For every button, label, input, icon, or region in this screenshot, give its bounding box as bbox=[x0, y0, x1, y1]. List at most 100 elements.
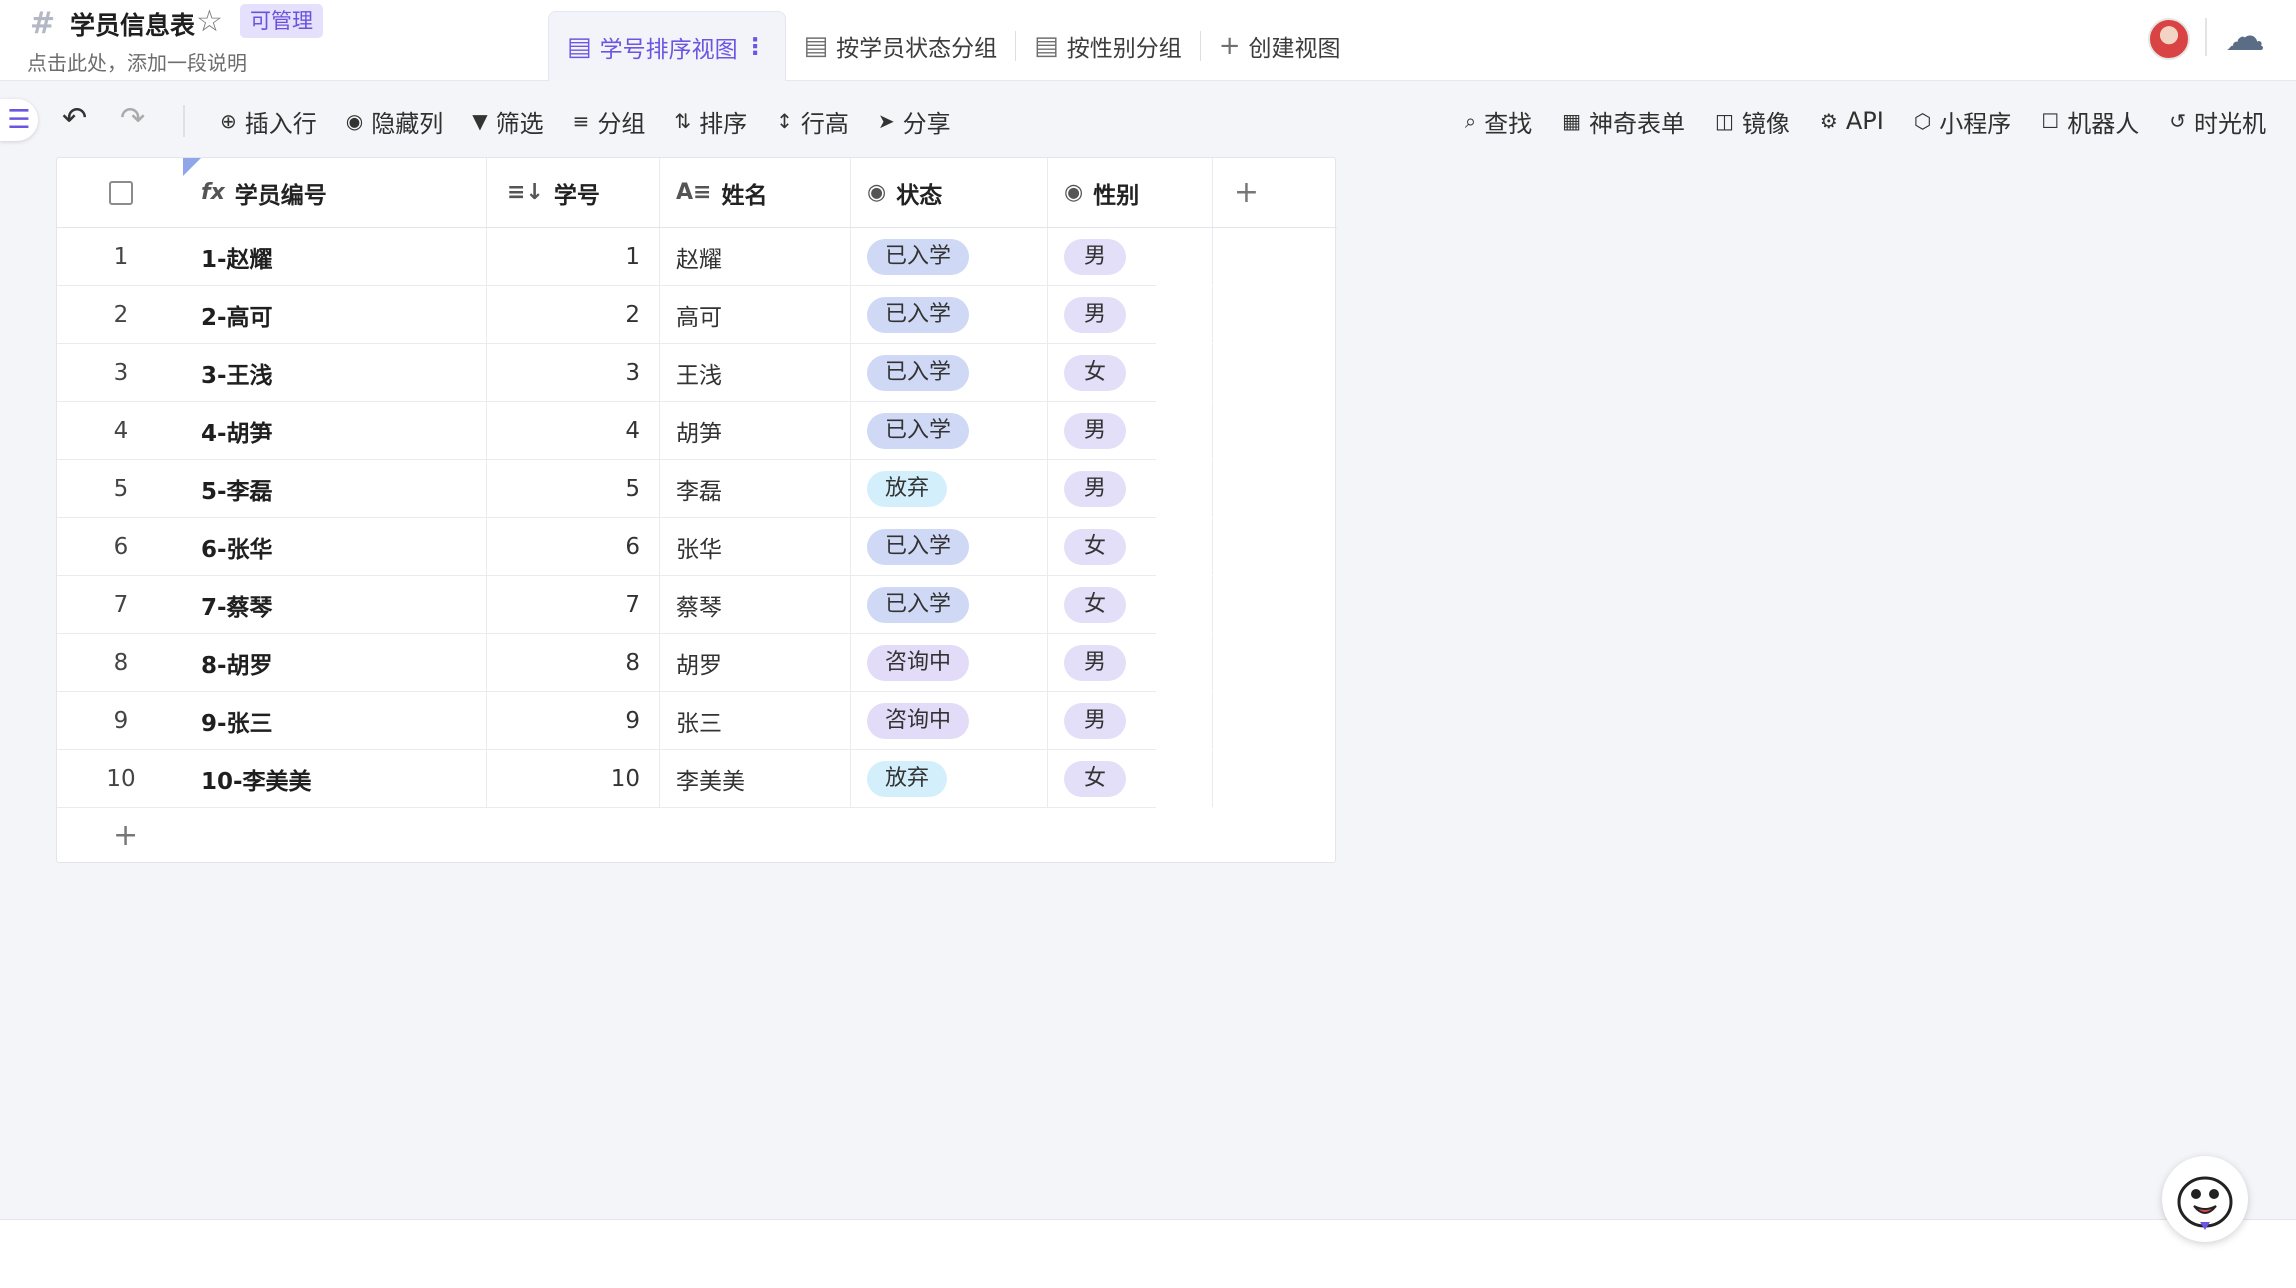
status-cell[interactable]: 已入学 bbox=[851, 518, 1048, 575]
status-cell[interactable]: 咨询中 bbox=[851, 634, 1048, 691]
tab-group-by-status[interactable]: ▤ 按学员状态分组 bbox=[786, 11, 1016, 81]
student-id-cell[interactable]: 9 bbox=[487, 692, 660, 749]
student-code-cell[interactable]: 3-王浅 bbox=[185, 344, 487, 401]
gender-cell[interactable]: 男 bbox=[1048, 460, 1213, 517]
student-id-cell[interactable]: 4 bbox=[487, 402, 660, 459]
row-number[interactable]: 5 bbox=[57, 460, 185, 517]
name-cell[interactable]: 张华 bbox=[660, 518, 851, 575]
gender-cell[interactable]: 男 bbox=[1048, 228, 1213, 285]
status-cell[interactable]: 咨询中 bbox=[851, 692, 1048, 749]
student-id-cell[interactable]: 5 bbox=[487, 460, 660, 517]
table-row[interactable]: 7 7-蔡琴 7 蔡琴 已入学女 bbox=[57, 576, 1213, 634]
student-code-cell[interactable]: 9-张三 bbox=[185, 692, 487, 749]
row-number[interactable]: 7 bbox=[57, 576, 185, 633]
star-icon[interactable]: ☆ bbox=[196, 4, 223, 39]
widget-button[interactable]: ⬡ 小程序 bbox=[1914, 95, 2011, 147]
more-vertical-icon[interactable]: ⋮ bbox=[744, 34, 767, 60]
column-header-name[interactable]: A≡ 姓名 bbox=[660, 158, 851, 227]
row-number[interactable]: 8 bbox=[57, 634, 185, 691]
student-id-cell[interactable]: 1 bbox=[487, 228, 660, 285]
time-machine-button[interactable]: ↺ 时光机 bbox=[2169, 95, 2266, 147]
student-id-cell[interactable]: 7 bbox=[487, 576, 660, 633]
row-number[interactable]: 10 bbox=[57, 750, 185, 807]
status-cell[interactable]: 放弃 bbox=[851, 460, 1048, 517]
robot-button[interactable]: ☐ 机器人 bbox=[2041, 95, 2139, 147]
name-cell[interactable]: 李磊 bbox=[660, 460, 851, 517]
gender-cell[interactable]: 女 bbox=[1048, 518, 1213, 575]
mirror-button[interactable]: ◫ 镜像 bbox=[1715, 95, 1790, 147]
student-code-cell[interactable]: 6-张华 bbox=[185, 518, 487, 575]
student-code-cell[interactable]: 8-胡罗 bbox=[185, 634, 487, 691]
status-cell[interactable]: 放弃 bbox=[851, 750, 1048, 807]
student-code-cell[interactable]: 1-赵耀 bbox=[185, 228, 487, 285]
name-cell[interactable]: 胡笋 bbox=[660, 402, 851, 459]
gender-cell[interactable]: 男 bbox=[1048, 692, 1213, 749]
student-id-cell[interactable]: 8 bbox=[487, 634, 660, 691]
gender-cell[interactable]: 男 bbox=[1048, 634, 1213, 691]
student-code-cell[interactable]: 4-胡笋 bbox=[185, 402, 487, 459]
add-row-button[interactable]: + bbox=[57, 806, 1156, 864]
column-header-student-id[interactable]: ≡↓ 学号 bbox=[487, 158, 660, 227]
gender-cell[interactable]: 男 bbox=[1048, 402, 1213, 459]
column-header-student-code[interactable]: fx 学员编号 bbox=[185, 158, 487, 227]
hide-columns-button[interactable]: ◉ 隐藏列 bbox=[346, 95, 443, 147]
student-code-cell[interactable]: 5-李磊 bbox=[185, 460, 487, 517]
table-row[interactable]: 10 10-李美美 10 李美美 放弃女 bbox=[57, 750, 1213, 808]
tab-group-by-gender[interactable]: ▤ 按性别分组 bbox=[1016, 11, 1200, 81]
add-column-button[interactable]: + bbox=[1156, 158, 1337, 228]
name-cell[interactable]: 胡罗 bbox=[660, 634, 851, 691]
avatar[interactable] bbox=[2148, 18, 2190, 60]
table-row[interactable]: 2 2-高可 2 高可 已入学男 bbox=[57, 286, 1213, 344]
row-number[interactable]: 9 bbox=[57, 692, 185, 749]
status-cell[interactable]: 已入学 bbox=[851, 286, 1048, 343]
status-cell[interactable]: 已入学 bbox=[851, 228, 1048, 285]
search-button[interactable]: ⌕ 查找 bbox=[1465, 95, 1532, 147]
name-cell[interactable]: 高可 bbox=[660, 286, 851, 343]
row-number[interactable]: 1 bbox=[57, 228, 185, 285]
gender-cell[interactable]: 女 bbox=[1048, 576, 1213, 633]
sort-button[interactable]: ⇅ 排序 bbox=[674, 95, 747, 147]
name-cell[interactable]: 王浅 bbox=[660, 344, 851, 401]
status-cell[interactable]: 已入学 bbox=[851, 344, 1048, 401]
table-row[interactable]: 6 6-张华 6 张华 已入学女 bbox=[57, 518, 1213, 576]
undo-icon[interactable]: ↶ bbox=[62, 101, 87, 136]
row-number[interactable]: 3 bbox=[57, 344, 185, 401]
row-number[interactable]: 4 bbox=[57, 402, 185, 459]
group-button[interactable]: ≡ 分组 bbox=[573, 95, 646, 147]
cloud-sync-icon[interactable]: ☁ bbox=[2225, 14, 2265, 60]
redo-icon[interactable]: ↷ bbox=[120, 101, 145, 136]
table-row[interactable]: 9 9-张三 9 张三 咨询中男 bbox=[57, 692, 1213, 750]
student-code-cell[interactable]: 10-李美美 bbox=[185, 750, 487, 807]
row-number[interactable]: 2 bbox=[57, 286, 185, 343]
table-row[interactable]: 1 1-赵耀 1 赵耀 已入学男 bbox=[57, 228, 1213, 286]
create-view-button[interactable]: + 创建视图 bbox=[1201, 11, 1359, 81]
share-button[interactable]: ➤ 分享 bbox=[878, 95, 951, 147]
student-id-cell[interactable]: 10 bbox=[487, 750, 660, 807]
api-button[interactable]: ⚙ API bbox=[1820, 95, 1884, 147]
gender-cell[interactable]: 女 bbox=[1048, 750, 1213, 807]
name-cell[interactable]: 赵耀 bbox=[660, 228, 851, 285]
column-header-status[interactable]: ◉ 状态 bbox=[851, 158, 1048, 227]
name-cell[interactable]: 李美美 bbox=[660, 750, 851, 807]
filter-button[interactable]: ▼ 筛选 bbox=[472, 95, 543, 147]
assistant-mascot[interactable] bbox=[2162, 1156, 2248, 1242]
name-cell[interactable]: 张三 bbox=[660, 692, 851, 749]
table-row[interactable]: 4 4-胡笋 4 胡笋 已入学男 bbox=[57, 402, 1213, 460]
status-cell[interactable]: 已入学 bbox=[851, 576, 1048, 633]
gender-cell[interactable]: 女 bbox=[1048, 344, 1213, 401]
tab-sort-by-id-view[interactable]: ▤ 学号排序视图 ⋮ bbox=[548, 11, 786, 81]
status-cell[interactable]: 已入学 bbox=[851, 402, 1048, 459]
table-row[interactable]: 3 3-王浅 3 王浅 已入学女 bbox=[57, 344, 1213, 402]
table-row[interactable]: 8 8-胡罗 8 胡罗 咨询中男 bbox=[57, 634, 1213, 692]
insert-row-button[interactable]: ⊕ 插入行 bbox=[220, 95, 317, 147]
select-all-checkbox[interactable] bbox=[109, 180, 133, 205]
sheet-description[interactable]: 点击此处，添加一段说明 bbox=[27, 47, 247, 76]
row-height-button[interactable]: ↕ 行高 bbox=[776, 95, 849, 147]
row-number[interactable]: 6 bbox=[57, 518, 185, 575]
sidebar-toggle-button[interactable]: ☰ bbox=[0, 99, 38, 141]
magic-form-button[interactable]: ▦ 神奇表单 bbox=[1562, 95, 1685, 147]
student-id-cell[interactable]: 6 bbox=[487, 518, 660, 575]
student-code-cell[interactable]: 7-蔡琴 bbox=[185, 576, 487, 633]
table-row[interactable]: 5 5-李磊 5 李磊 放弃男 bbox=[57, 460, 1213, 518]
gender-cell[interactable]: 男 bbox=[1048, 286, 1213, 343]
